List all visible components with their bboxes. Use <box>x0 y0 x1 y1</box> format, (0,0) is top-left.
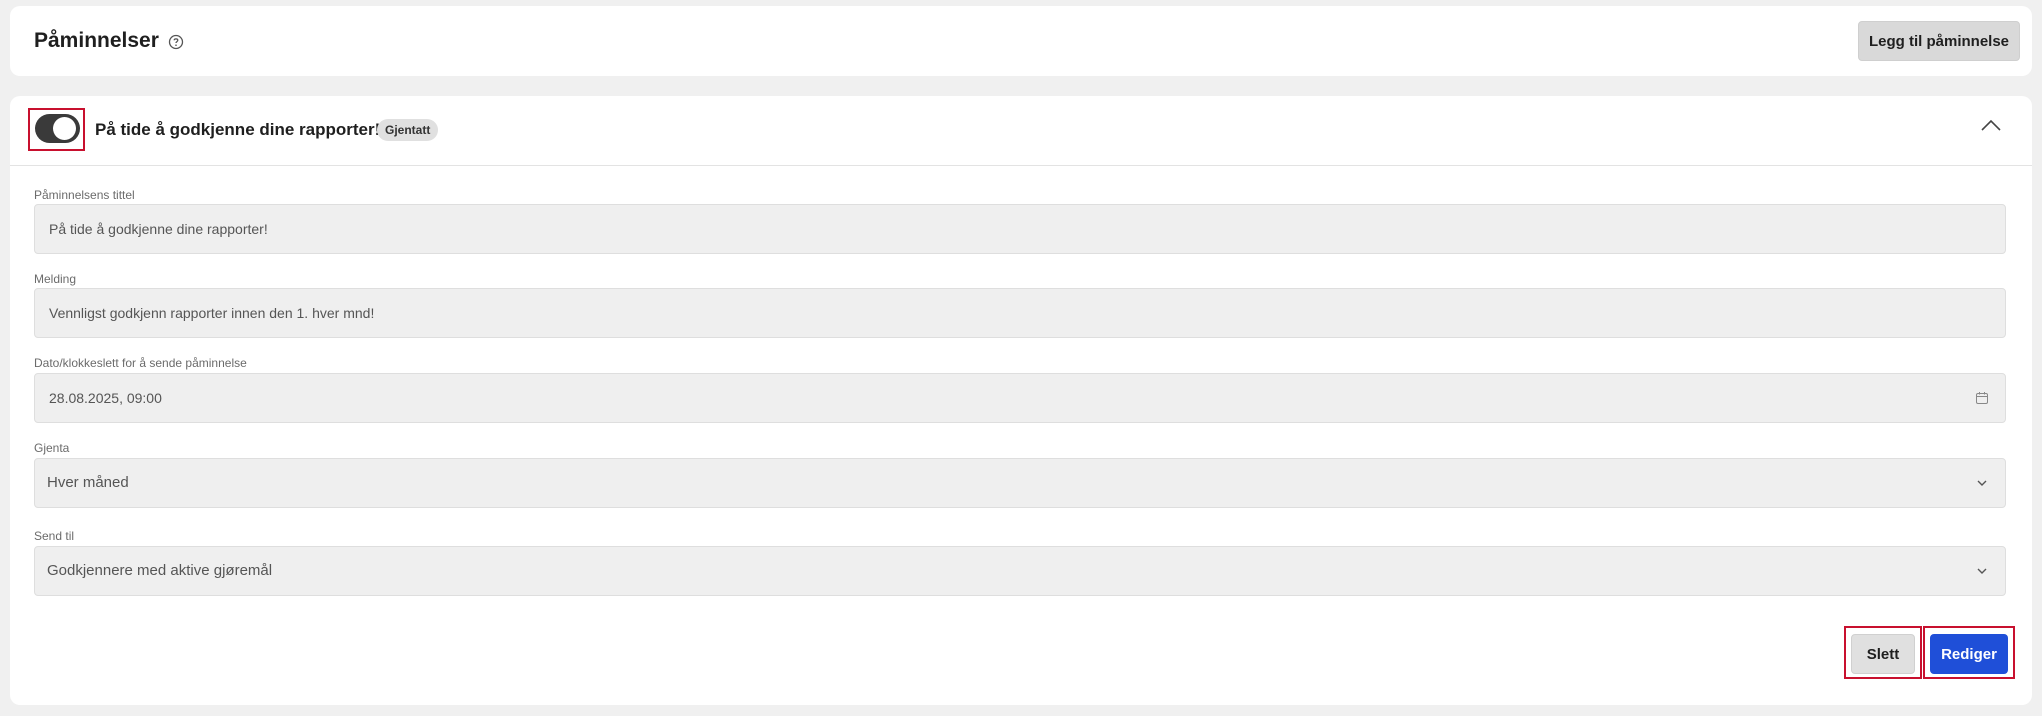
datetime-field-label: Dato/klokkeslett for å sende påminnelse <box>34 356 247 370</box>
chevron-down-icon <box>1977 480 1987 486</box>
repeat-field-label: Gjenta <box>34 441 70 455</box>
reminder-title: På tide å godkjenne dine rapporter! <box>95 120 381 139</box>
add-reminder-button[interactable]: Legg til påminnelse <box>1858 21 2020 61</box>
chevron-up-icon[interactable] <box>1980 118 2002 132</box>
calendar-icon[interactable] <box>1975 391 1989 405</box>
datetime-field[interactable]: 28.08.2025, 09:00 <box>34 373 2006 423</box>
repeat-select-value: Hver måned <box>47 474 129 491</box>
chevron-down-icon <box>1977 568 1987 574</box>
title-field-label: Påminnelsens tittel <box>34 188 135 202</box>
message-field-label: Melding <box>34 272 77 286</box>
edit-button[interactable]: Rediger <box>1930 634 2008 674</box>
send-to-select[interactable]: Godkjennere med aktive gjøremål <box>34 546 2006 596</box>
reminder-enabled-toggle[interactable] <box>35 114 80 143</box>
page-header: Påminnelser Legg til påminnelse <box>10 6 2032 76</box>
repeat-select[interactable]: Hver måned <box>34 458 2006 508</box>
datetime-value: 28.08.2025, 09:00 <box>49 390 162 406</box>
delete-button[interactable]: Slett <box>1851 634 1915 674</box>
title-field[interactable]: På tide å godkjenne dine rapporter! <box>34 204 2006 254</box>
toggle-knob <box>53 117 76 140</box>
page-title: Påminnelser <box>34 29 159 52</box>
reminder-header: På tide å godkjenne dine rapporter! Gjen… <box>10 96 2032 166</box>
send-to-field-label: Send til <box>34 529 75 543</box>
help-circle-icon[interactable] <box>168 34 184 50</box>
send-to-select-value: Godkjennere med aktive gjøremål <box>47 562 273 579</box>
reminder-card: På tide å godkjenne dine rapporter! Gjen… <box>10 96 2032 705</box>
repeat-badge: Gjentatt <box>377 119 439 141</box>
message-field[interactable]: Vennligst godkjenn rapporter innen den 1… <box>34 288 2006 338</box>
